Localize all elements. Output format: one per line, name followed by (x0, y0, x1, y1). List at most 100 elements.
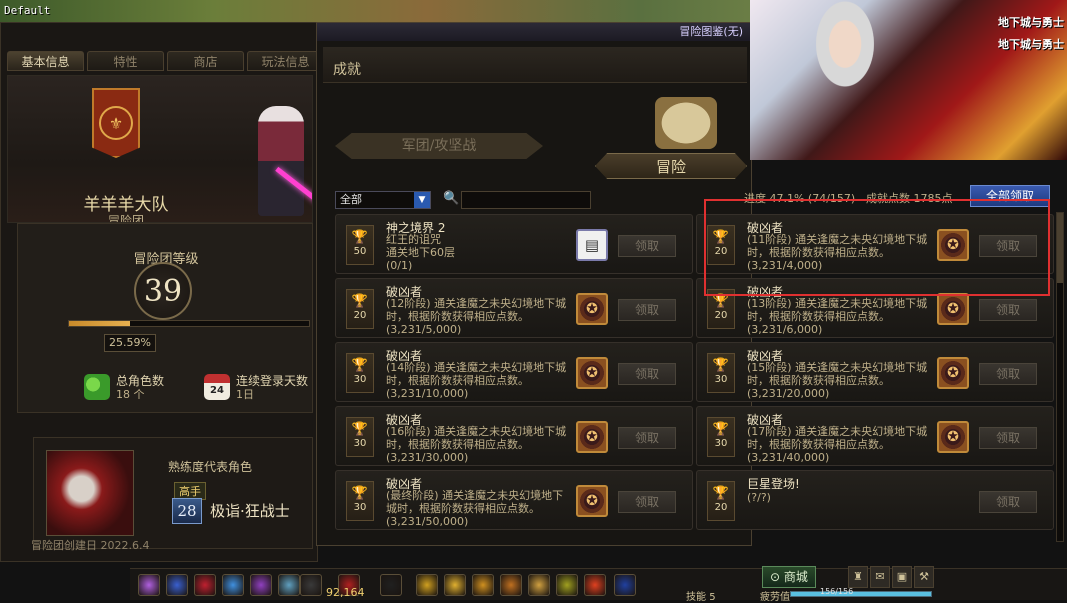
trophy-glyph: 🏆 (712, 230, 730, 245)
scroll-thumb[interactable] (1057, 213, 1063, 283)
promo-banner[interactable]: 地下城与勇士 地下城与勇士 (750, 0, 1067, 160)
character-menu-icon[interactable]: ♜ (848, 566, 868, 588)
emblem-reward-icon[interactable]: ✪ (937, 421, 969, 453)
total-chars-value: 18 个 (116, 388, 145, 401)
achievement-desc: (11阶段) 通关逢魔之未央幻境地下城时，根据阶数获得相应点数。 (747, 233, 928, 259)
emblem-reward-icon[interactable]: ✪ (937, 229, 969, 261)
login-days-stat: 24 连续登录天数 1日 (204, 374, 308, 401)
trophy-icon: 🏆 30 (346, 353, 374, 393)
list-scrollbar[interactable] (1056, 212, 1064, 542)
achievement-card[interactable]: 🏆 50 神之境界 2 红王的诅咒 通关地下60层 (0/1) ▤ 领取 (335, 214, 693, 274)
guild-tabs: 基本信息 特性 商店 玩法信息 (7, 51, 324, 71)
achievement-card[interactable]: 🏆 20 巨星登场! (?/?) 领取 (696, 470, 1054, 530)
tab-play-info[interactable]: 玩法信息 (247, 51, 324, 71)
emblem-reward-icon[interactable]: ✪ (937, 357, 969, 389)
claim-button[interactable]: 领取 (979, 235, 1037, 257)
skill-slot[interactable] (416, 574, 438, 596)
guild-level-box: 冒险团等级 39 25.59% 总角色数 18 个 24 连续登录天数 1日 (17, 223, 313, 413)
claim-button[interactable]: 领取 (618, 427, 676, 449)
claim-button[interactable]: 领取 (979, 299, 1037, 321)
skill-slot[interactable] (444, 574, 466, 596)
emblem-reward-icon[interactable]: ✪ (576, 485, 608, 517)
trophy-points: 30 (353, 438, 367, 449)
achievement-desc: (17阶段) 通关逢魔之未央幻境地下城时，根据阶数获得相应点数。 (747, 425, 928, 451)
trophy-glyph: 🏆 (351, 294, 369, 309)
achievement-progress: (3,231/10,000) (386, 387, 469, 400)
claim-button[interactable]: 领取 (979, 491, 1037, 513)
trophy-glyph: 🏆 (712, 358, 730, 373)
skill-slot[interactable] (528, 574, 550, 596)
character-figure (258, 106, 304, 216)
emblem-reward-icon[interactable]: ✪ (576, 357, 608, 389)
quest-icon[interactable]: ▣ (892, 566, 912, 588)
game-logo: 地下城与勇士 地下城与勇士 (998, 12, 1064, 56)
emblem-reward-icon[interactable]: ✪ (576, 421, 608, 453)
skill-slot[interactable] (584, 574, 606, 596)
emblem-reward-icon[interactable]: ✪ (937, 293, 969, 325)
achievement-desc: 红王的诅咒 通关地下60层 (386, 233, 455, 259)
achievement-card[interactable]: 🏆 30 破凶者 (最终阶段) 通关逢魔之未央幻境地下城时，根据阶数获得相应点数。 (3… (335, 470, 693, 530)
trophy-points: 30 (714, 374, 728, 385)
claim-button[interactable]: 领取 (618, 363, 676, 385)
trophy-icon: 🏆 30 (346, 481, 374, 521)
achievement-card[interactable]: 🏆 30 破凶者 (14阶段) 通关逢魔之未央幻境地下城时，根据阶数获得相应点数。 (3… (335, 342, 693, 402)
gold-amount: 92,164 (326, 586, 365, 599)
achievement-desc: (15阶段) 通关逢魔之未央幻境地下城时，根据阶数获得相应点数。 (747, 361, 928, 387)
achievement-card[interactable]: 🏆 30 破凶者 (16阶段) 通关逢魔之未央幻境地下城时，根据阶数获得相应点数。 (3… (335, 406, 693, 466)
tab-traits[interactable]: 特性 (87, 51, 164, 71)
skill-slot[interactable] (380, 574, 402, 596)
claim-button[interactable]: 领取 (618, 299, 676, 321)
tab-basic-info[interactable]: 基本信息 (7, 51, 84, 71)
login-days-label: 连续登录天数 (236, 374, 309, 388)
scroll-reward-icon[interactable]: ▤ (576, 229, 608, 261)
achievement-card[interactable]: 🏆 20 破凶者 (12阶段) 通关逢魔之未央幻境地下城时，根据阶数获得相应点数。 (3… (335, 278, 693, 338)
achievement-card[interactable]: 🏆 30 破凶者 (17阶段) 通关逢魔之未央幻境地下城时，根据阶数获得相应点数。 (3… (696, 406, 1054, 466)
filter-select[interactable]: 全部 ▼ (335, 191, 431, 209)
achievement-card[interactable]: 🏆 30 破凶者 (15阶段) 通关逢魔之未央幻境地下城时，根据阶数获得相应点数。 (3… (696, 342, 1054, 402)
shop-button[interactable]: ⊙ 商城 (762, 566, 816, 588)
achievement-card[interactable]: 🏆 20 破凶者 (13阶段) 通关逢魔之未央幻境地下城时，根据阶数获得相应点数。 (3… (696, 278, 1054, 338)
tab-shop[interactable]: 商店 (167, 51, 244, 71)
claim-button[interactable]: 领取 (979, 363, 1037, 385)
trophy-points: 50 (353, 246, 367, 257)
claim-button[interactable]: 领取 (618, 491, 676, 513)
skill-slot[interactable] (556, 574, 578, 596)
skill-slot[interactable] (614, 574, 636, 596)
skill-slot[interactable] (300, 574, 322, 596)
calendar-icon: 24 (204, 374, 230, 400)
skill-slot[interactable] (278, 574, 300, 596)
tab-legion[interactable]: 军团/攻坚战 (335, 133, 543, 159)
search-input[interactable] (461, 191, 591, 209)
claim-all-button[interactable]: 全部领取 (970, 185, 1050, 207)
skill-slot[interactable] (222, 574, 244, 596)
search-icon[interactable]: 🔍 (443, 191, 459, 206)
trophy-points: 20 (353, 310, 367, 321)
chevron-down-icon[interactable]: ▼ (414, 192, 430, 208)
skill-slot[interactable] (166, 574, 188, 596)
inventory-icon[interactable]: ✉ (870, 566, 890, 588)
trophy-points: 20 (714, 246, 728, 257)
achievement-desc: (14阶段) 通关逢魔之未央幻境地下城时，根据阶数获得相应点数。 (386, 361, 567, 387)
character-portrait[interactable] (46, 450, 134, 536)
promo-character (800, 0, 890, 110)
skill-slot[interactable] (472, 574, 494, 596)
claim-button[interactable]: 领取 (979, 427, 1037, 449)
total-chars-label: 总角色数 (116, 374, 165, 388)
login-days-value: 1日 (236, 388, 254, 401)
skill-slot[interactable] (138, 574, 160, 596)
trophy-glyph: 🏆 (712, 486, 730, 501)
achievement-card[interactable]: 🏆 20 破凶者 (11阶段) 通关逢魔之未央幻境地下城时，根据阶数获得相应点数。 (3… (696, 214, 1054, 274)
claim-button[interactable]: 领取 (618, 235, 676, 257)
guild-emblem-icon: ⚜ (92, 88, 140, 158)
settings-icon[interactable]: ⚒ (914, 566, 934, 588)
skill-slot[interactable] (250, 574, 272, 596)
skill-slot[interactable] (194, 574, 216, 596)
emblem-reward-icon[interactable]: ✪ (576, 293, 608, 325)
shop-icon: ⊙ (770, 570, 784, 584)
shop-label: 商城 (783, 570, 808, 584)
total-chars-stat: 总角色数 18 个 (84, 374, 164, 401)
debug-label: Default (4, 4, 51, 17)
tab-adventure[interactable]: 冒险 (595, 153, 747, 179)
skill-slot[interactable] (500, 574, 522, 596)
trophy-icon: 🏆 20 (707, 289, 735, 329)
